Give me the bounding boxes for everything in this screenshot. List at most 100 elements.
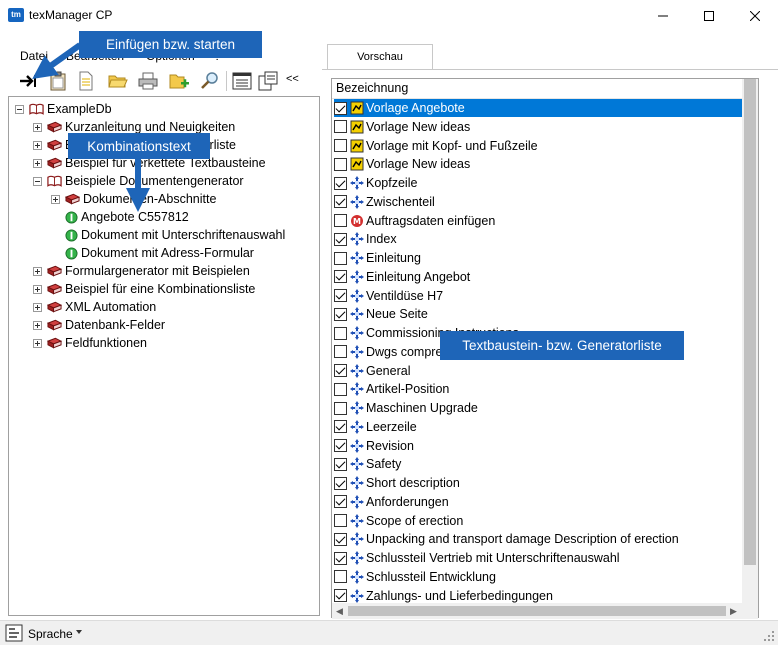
expand-toggle[interactable] [33,122,42,132]
tree-root[interactable]: ExampleDb [15,100,112,118]
expand-toggle[interactable] [33,302,42,312]
horizontal-scroll-thumb[interactable] [348,606,726,616]
tree-item[interactable]: Dokument mit Adress-Formular [65,244,254,262]
expand-toggle[interactable] [33,140,42,150]
copy-view-button[interactable] [256,69,280,93]
list-item[interactable]: Revision [334,437,742,455]
item-checkbox[interactable] [334,551,347,565]
expand-toggle[interactable] [33,338,42,348]
item-checkbox[interactable] [334,495,347,509]
column-header-bezeichnung[interactable]: Bezeichnung [336,81,408,95]
language-dropdown[interactable]: Sprache [28,627,73,641]
item-checkbox[interactable] [334,251,347,265]
tree-item[interactable]: Beispiele Dokumentengenerator [33,172,244,190]
tree-item[interactable]: XML Automation [33,298,156,316]
tree-view[interactable]: ExampleDb Kurzanleitung und Neuigkeiten … [8,96,320,616]
list-item[interactable]: Anforderungen [334,493,742,511]
item-checkbox[interactable] [334,382,347,396]
insert-button[interactable] [16,69,40,93]
minimize-button[interactable] [640,0,686,31]
vertical-scrollbar[interactable] [742,79,758,603]
item-checkbox[interactable] [334,457,347,471]
list-item[interactable]: M Auftragsdaten einfügen [334,212,742,230]
expand-toggle[interactable] [51,194,60,204]
list-item[interactable]: General [334,362,742,380]
tab-vorschau[interactable]: Vorschau [327,44,433,70]
item-checkbox[interactable] [334,270,347,284]
search-button[interactable] [198,69,222,93]
list-item[interactable]: Einleitung [334,249,742,267]
list-item[interactable]: Zahlungs- und Lieferbedingungen [334,587,742,605]
item-checkbox[interactable] [334,570,347,584]
item-checkbox[interactable] [334,326,347,340]
item-checkbox[interactable] [334,345,347,359]
open-folder-button[interactable] [106,69,130,93]
item-checkbox[interactable] [334,195,347,209]
item-checkbox[interactable] [334,139,347,152]
menu-datei[interactable]: Datei [20,49,48,63]
horizontal-scrollbar[interactable]: ◀ ▶ [332,603,742,619]
collapse-panel-button[interactable]: << [286,73,299,85]
expand-toggle[interactable] [33,320,42,330]
list-item[interactable]: Neue Seite [334,305,742,323]
list-item[interactable]: Maschinen Upgrade [334,399,742,417]
tree-item[interactable]: Formulargenerator mit Beispielen [33,262,250,280]
tree-item[interactable]: Angebote C557812 [65,208,189,226]
item-checkbox[interactable] [334,214,347,227]
list-item[interactable]: Unpacking and transport damage Descripti… [334,530,742,548]
list-item[interactable]: Artikel-Position [334,380,742,398]
item-checkbox[interactable] [334,514,347,527]
item-checkbox[interactable] [334,232,347,246]
item-checkbox[interactable] [334,307,347,321]
expand-toggle[interactable] [33,158,42,168]
tree-item[interactable]: Beispiel für eine Kombinationsliste [33,280,255,298]
new-document-button[interactable] [74,69,98,93]
list-item[interactable]: Schlussteil Entwicklung [334,568,742,586]
chevron-down-icon[interactable] [76,630,82,634]
list-item[interactable]: Einleitung Angebot [334,268,742,286]
vertical-scroll-thumb[interactable] [744,79,756,565]
resize-grip-icon[interactable] [763,630,775,642]
list-item[interactable]: Vorlage mit Kopf- und Fußzeile [334,137,742,155]
item-checkbox[interactable] [334,439,347,452]
item-checkbox[interactable] [334,364,347,377]
item-checkbox[interactable] [334,157,347,171]
item-checkbox[interactable] [334,176,347,190]
list-item[interactable]: Vorlage New ideas [334,118,742,136]
item-checkbox[interactable] [334,420,347,434]
list-item[interactable]: Scope of erection [334,512,742,530]
scroll-left-icon[interactable]: ◀ [336,606,343,617]
item-checkbox[interactable] [334,120,347,134]
tree-item[interactable]: Dokument mit Unterschriftenauswahl [65,226,285,244]
list-item[interactable]: Zwischenteil [334,193,742,211]
print-button[interactable] [136,69,160,93]
list-item[interactable]: Short description [334,474,742,492]
list-item[interactable]: Ventildüse H7 [334,287,742,305]
maximize-button[interactable] [686,0,732,31]
list-item[interactable]: Vorlage New ideas [334,155,742,173]
item-checkbox[interactable] [334,401,347,415]
add-folder-button[interactable] [168,69,192,93]
list-item[interactable]: Leerzeile [334,418,742,436]
item-checkbox[interactable] [334,476,347,490]
expand-toggle[interactable] [33,284,42,294]
item-checkbox[interactable] [334,101,347,115]
list-view-button[interactable] [230,69,254,93]
close-button[interactable] [732,0,778,31]
tree-item[interactable]: Feldfunktionen [33,334,147,352]
collapse-toggle[interactable] [33,176,42,186]
tree-item[interactable]: Datenbank-Felder [33,316,165,334]
list-item[interactable]: Schlussteil Vertrieb mit Unterschriftena… [334,549,742,567]
expand-toggle[interactable] [33,266,42,276]
list-item[interactable]: Vorlage Angebote [334,99,742,117]
collapse-toggle[interactable] [15,104,24,114]
list-item[interactable]: Safety [334,455,742,473]
item-checkbox[interactable] [334,532,347,546]
item-checkbox[interactable] [334,289,347,302]
list-item[interactable]: Kopfzeile [334,174,742,192]
tree-item[interactable]: Dokumenten-Abschnitte [51,190,216,208]
list-item[interactable]: Index [334,230,742,248]
item-checkbox[interactable] [334,589,347,602]
paste-button[interactable] [46,69,70,93]
scroll-right-icon[interactable]: ▶ [730,606,737,617]
